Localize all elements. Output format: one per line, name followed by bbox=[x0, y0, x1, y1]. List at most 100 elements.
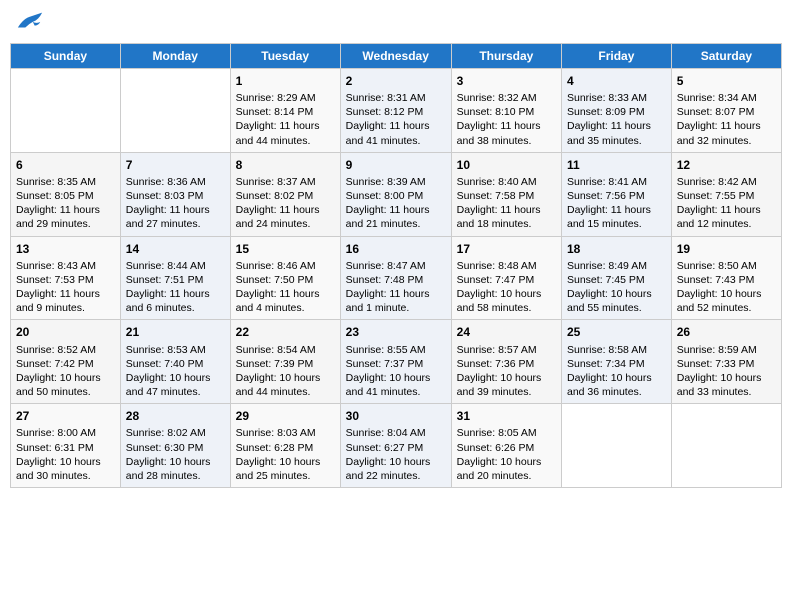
sunset-text: Sunset: 7:42 PM bbox=[16, 357, 115, 371]
daylight-text: Daylight: 11 hours and 44 minutes. bbox=[236, 119, 335, 147]
sunset-text: Sunset: 7:37 PM bbox=[346, 357, 446, 371]
daylight-text: Daylight: 10 hours and 52 minutes. bbox=[677, 287, 776, 315]
sunset-text: Sunset: 6:28 PM bbox=[236, 441, 335, 455]
sunset-text: Sunset: 7:50 PM bbox=[236, 273, 335, 287]
logo-bird-icon bbox=[16, 10, 44, 32]
day-number: 29 bbox=[236, 408, 335, 424]
sunrise-text: Sunrise: 8:05 AM bbox=[457, 426, 556, 440]
daylight-text: Daylight: 10 hours and 58 minutes. bbox=[457, 287, 556, 315]
sunrise-text: Sunrise: 8:49 AM bbox=[567, 259, 666, 273]
sunset-text: Sunset: 8:14 PM bbox=[236, 105, 335, 119]
day-number: 2 bbox=[346, 73, 446, 89]
sunrise-text: Sunrise: 8:33 AM bbox=[567, 91, 666, 105]
daylight-text: Daylight: 11 hours and 15 minutes. bbox=[567, 203, 666, 231]
weekday-header-row: SundayMondayTuesdayWednesdayThursdayFrid… bbox=[11, 43, 782, 68]
day-number: 3 bbox=[457, 73, 556, 89]
calendar-cell: 7Sunrise: 8:36 AMSunset: 8:03 PMDaylight… bbox=[120, 152, 230, 236]
day-number: 28 bbox=[126, 408, 225, 424]
week-row-1: 1Sunrise: 8:29 AMSunset: 8:14 PMDaylight… bbox=[11, 68, 782, 152]
sunset-text: Sunset: 7:36 PM bbox=[457, 357, 556, 371]
sunrise-text: Sunrise: 8:04 AM bbox=[346, 426, 446, 440]
daylight-text: Daylight: 11 hours and 35 minutes. bbox=[567, 119, 666, 147]
calendar-cell: 14Sunrise: 8:44 AMSunset: 7:51 PMDayligh… bbox=[120, 236, 230, 320]
sunrise-text: Sunrise: 8:50 AM bbox=[677, 259, 776, 273]
calendar-cell: 23Sunrise: 8:55 AMSunset: 7:37 PMDayligh… bbox=[340, 320, 451, 404]
sunset-text: Sunset: 8:09 PM bbox=[567, 105, 666, 119]
calendar-cell: 22Sunrise: 8:54 AMSunset: 7:39 PMDayligh… bbox=[230, 320, 340, 404]
daylight-text: Daylight: 10 hours and 30 minutes. bbox=[16, 455, 115, 483]
sunset-text: Sunset: 8:02 PM bbox=[236, 189, 335, 203]
day-number: 9 bbox=[346, 157, 446, 173]
weekday-header-wednesday: Wednesday bbox=[340, 43, 451, 68]
calendar-cell: 4Sunrise: 8:33 AMSunset: 8:09 PMDaylight… bbox=[562, 68, 672, 152]
day-number: 14 bbox=[126, 241, 225, 257]
sunrise-text: Sunrise: 8:34 AM bbox=[677, 91, 776, 105]
daylight-text: Daylight: 10 hours and 55 minutes. bbox=[567, 287, 666, 315]
day-number: 30 bbox=[346, 408, 446, 424]
calendar-cell: 31Sunrise: 8:05 AMSunset: 6:26 PMDayligh… bbox=[451, 404, 561, 488]
calendar-cell: 6Sunrise: 8:35 AMSunset: 8:05 PMDaylight… bbox=[11, 152, 121, 236]
sunset-text: Sunset: 7:45 PM bbox=[567, 273, 666, 287]
calendar-cell: 26 Sunrise: 8:59 AMSunset: 7:33 PMDayligh… bbox=[671, 320, 781, 404]
weekday-header-sunday: Sunday bbox=[11, 43, 121, 68]
weekday-header-monday: Monday bbox=[120, 43, 230, 68]
week-row-5: 27Sunrise: 8:00 AMSunset: 6:31 PMDayligh… bbox=[11, 404, 782, 488]
sunset-text: Sunset: 8:12 PM bbox=[346, 105, 446, 119]
day-number: 17 bbox=[457, 241, 556, 257]
sunset-text: Sunset: 8:05 PM bbox=[16, 189, 115, 203]
daylight-text: Daylight: 10 hours and 25 minutes. bbox=[236, 455, 335, 483]
calendar-cell: 18Sunrise: 8:49 AMSunset: 7:45 PMDayligh… bbox=[562, 236, 672, 320]
sunrise-text: Sunrise: 8:29 AM bbox=[236, 91, 335, 105]
day-number: 1 bbox=[236, 73, 335, 89]
calendar-cell: 8Sunrise: 8:37 AMSunset: 8:02 PMDaylight… bbox=[230, 152, 340, 236]
weekday-header-friday: Friday bbox=[562, 43, 672, 68]
calendar-cell: 15Sunrise: 8:46 AMSunset: 7:50 PMDayligh… bbox=[230, 236, 340, 320]
sunset-text: Sunset: 7:40 PM bbox=[126, 357, 225, 371]
sunrise-text: Sunrise: 8:02 AM bbox=[126, 426, 225, 440]
sunrise-text: Sunrise: 8:59 AM bbox=[677, 343, 776, 357]
calendar-cell: 25 Sunrise: 8:58 AMSunset: 7:34 PMDayligh… bbox=[562, 320, 672, 404]
daylight-text: Daylight: 11 hours and 21 minutes. bbox=[346, 203, 446, 231]
sunrise-text: Sunrise: 8:54 AM bbox=[236, 343, 335, 357]
day-number: 6 bbox=[16, 157, 115, 173]
daylight-text: Daylight: 10 hours and 20 minutes. bbox=[457, 455, 556, 483]
sunset-text: Sunset: 8:03 PM bbox=[126, 189, 225, 203]
sunset-text: Sunset: 7:47 PM bbox=[457, 273, 556, 287]
calendar-cell: 2Sunrise: 8:31 AMSunset: 8:12 PMDaylight… bbox=[340, 68, 451, 152]
sunrise-text: Sunrise: 8:48 AM bbox=[457, 259, 556, 273]
daylight-text: Daylight: 10 hours and 28 minutes. bbox=[126, 455, 225, 483]
daylight-text: Daylight: 10 hours and 33 minutes. bbox=[677, 371, 776, 399]
sunset-text: Sunset: 7:55 PM bbox=[677, 189, 776, 203]
sunset-text: Sunset: 7:34 PM bbox=[567, 357, 666, 371]
sunrise-text: Sunrise: 8:35 AM bbox=[16, 175, 115, 189]
sunrise-text: Sunrise: 8:53 AM bbox=[126, 343, 225, 357]
daylight-text: Daylight: 11 hours and 4 minutes. bbox=[236, 287, 335, 315]
page-header bbox=[10, 10, 782, 35]
day-number: 31 bbox=[457, 408, 556, 424]
sunset-text: Sunset: 7:33 PM bbox=[677, 357, 776, 371]
week-row-2: 6 Sunrise: 8:35 AMSunset: 8:05 PM Daylight… bbox=[11, 152, 782, 236]
daylight-text: Daylight: 10 hours and 36 minutes. bbox=[567, 371, 666, 399]
daylight-text: Daylight: 11 hours and 1 minute. bbox=[346, 287, 446, 315]
sunrise-text: Sunrise: 8:58 AM bbox=[567, 343, 666, 357]
calendar-cell: 9Sunrise: 8:39 AMSunset: 8:00 PMDaylight… bbox=[340, 152, 451, 236]
calendar-cell: 21Sunrise: 8:53 AMSunset: 7:40 PMDayligh… bbox=[120, 320, 230, 404]
daylight-text: Daylight: 10 hours and 50 minutes. bbox=[16, 371, 115, 399]
calendar-cell: 20Sunrise: 8:52 AMSunset: 7:42 PMDayligh… bbox=[11, 320, 121, 404]
daylight-text: Daylight: 10 hours and 41 minutes. bbox=[346, 371, 446, 399]
logo bbox=[14, 10, 44, 35]
daylight-text: Daylight: 10 hours and 39 minutes. bbox=[457, 371, 556, 399]
calendar-cell: 3Sunrise: 8:32 AMSunset: 8:10 PMDaylight… bbox=[451, 68, 561, 152]
sunset-text: Sunset: 7:43 PM bbox=[677, 273, 776, 287]
day-number: 12 bbox=[677, 157, 776, 173]
weekday-header-saturday: Saturday bbox=[671, 43, 781, 68]
day-number: 26 bbox=[677, 324, 776, 340]
sunrise-text: Sunrise: 8:47 AM bbox=[346, 259, 446, 273]
daylight-text: Daylight: 10 hours and 47 minutes. bbox=[126, 371, 225, 399]
calendar-cell bbox=[120, 68, 230, 152]
day-number: 7 bbox=[126, 157, 225, 173]
calendar-cell: 13Sunrise: 8:43 AMSunset: 7:53 PMDayligh… bbox=[11, 236, 121, 320]
day-number: 24 bbox=[457, 324, 556, 340]
day-number: 25 bbox=[567, 324, 666, 340]
calendar-table: SundayMondayTuesdayWednesdayThursdayFrid… bbox=[10, 43, 782, 488]
